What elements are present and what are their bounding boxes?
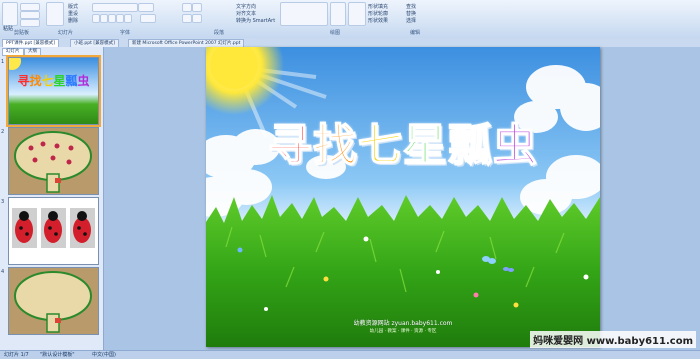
title-char-6: 虫 bbox=[492, 119, 538, 172]
title-char-1: 寻 bbox=[267, 119, 313, 172]
slide-thumbnail-2[interactable] bbox=[8, 127, 99, 195]
bold-button[interactable] bbox=[92, 14, 100, 23]
find-button[interactable]: 查找 bbox=[406, 3, 416, 10]
shadow-button[interactable] bbox=[124, 14, 132, 23]
slide-background bbox=[206, 47, 600, 347]
smartart-button[interactable]: 转换为 SmartArt bbox=[236, 17, 275, 24]
group-slides: 幻灯片 bbox=[58, 30, 74, 36]
new-slide-button[interactable] bbox=[46, 2, 64, 26]
doc-tab-3[interactable]: 新建 Microsoft Office PowerPoint 2007 幻灯片.… bbox=[128, 39, 245, 47]
title-char-2: 找 bbox=[312, 119, 358, 172]
group-drawing: 绘图 bbox=[330, 30, 341, 36]
arrange-button[interactable] bbox=[330, 2, 346, 26]
tab-outline[interactable]: 大纲 bbox=[24, 48, 41, 56]
shapes-gallery[interactable] bbox=[280, 2, 328, 26]
slide-thumbnail-3[interactable] bbox=[8, 197, 99, 265]
text-direction-button[interactable]: 文字方向 bbox=[236, 3, 256, 10]
align-left-button[interactable] bbox=[182, 14, 192, 23]
slide-credit: 幼教资源网站 zyuan.baby611.com bbox=[353, 320, 453, 327]
reset-button[interactable]: 重设 bbox=[68, 10, 78, 17]
thumb-number-3: 3 bbox=[1, 199, 5, 205]
tab-slides[interactable]: 幻灯片 bbox=[2, 48, 24, 56]
thumb-number-2: 2 bbox=[1, 129, 5, 135]
font-color-button[interactable] bbox=[140, 14, 156, 23]
select-button[interactable]: 选择 bbox=[406, 17, 416, 24]
group-font: 字体 bbox=[120, 30, 131, 36]
underline-button[interactable] bbox=[108, 14, 116, 23]
thumb-number-1: 1 bbox=[1, 59, 5, 65]
sun-icon bbox=[9, 58, 21, 70]
title-char-5: 瓢 bbox=[447, 119, 493, 172]
shape-fill-button[interactable]: 形状填充 bbox=[368, 3, 388, 10]
font-name-dropdown[interactable] bbox=[92, 3, 138, 12]
numbering-button[interactable] bbox=[192, 3, 202, 12]
layout-button[interactable]: 版式 bbox=[68, 3, 78, 10]
quick-styles-button[interactable] bbox=[348, 2, 366, 26]
slide-thumbnail-4[interactable] bbox=[8, 267, 99, 335]
align-text-button[interactable]: 对齐文本 bbox=[236, 10, 256, 17]
font-size-dropdown[interactable] bbox=[138, 3, 154, 12]
slide-canvas[interactable]: 寻找七星瓢虫 幼教资源网站 zyuan.baby611.com 幼儿园 · 教案… bbox=[104, 47, 700, 350]
current-slide[interactable]: 寻找七星瓢虫 幼教资源网站 zyuan.baby611.com 幼儿园 · 教案… bbox=[206, 47, 600, 347]
group-clipboard: 剪贴板 bbox=[14, 30, 30, 36]
format-painter-button[interactable] bbox=[20, 19, 40, 27]
thumb-title: 寻找七星瓢虫 bbox=[17, 74, 90, 88]
doc-tab-2[interactable]: 小班.ppt [兼容模式] bbox=[70, 39, 119, 47]
ladybugs-illustration bbox=[12, 208, 95, 248]
slides-panel: 幻灯片 大纲 1 寻找七星瓢虫 2 3 4 bbox=[0, 47, 104, 350]
doc-tab-1[interactable]: PPT课件.ppt [兼容模式] bbox=[2, 39, 60, 47]
shape-effects-button[interactable]: 形状效果 bbox=[368, 17, 388, 24]
group-paragraph: 段落 bbox=[214, 30, 225, 36]
title-char-4: 星 bbox=[402, 119, 448, 172]
replace-button[interactable]: 替换 bbox=[406, 10, 416, 17]
watermark: 妈咪爱婴网 www.baby611.com bbox=[530, 331, 696, 348]
tree-illustration bbox=[14, 131, 92, 193]
ribbon: 粘贴 剪贴板 版式 重设 删除 幻灯片 字体 文字方向 对齐文本 转换为 Sma… bbox=[0, 0, 700, 39]
delete-button[interactable]: 删除 bbox=[68, 17, 78, 24]
paste-label: 粘贴 bbox=[3, 26, 14, 32]
strikethrough-button[interactable] bbox=[116, 14, 124, 23]
bullets-button[interactable] bbox=[182, 3, 192, 12]
slide-title[interactable]: 寻找七星瓢虫 bbox=[206, 109, 600, 173]
tree-illustration bbox=[14, 271, 92, 333]
paste-button[interactable] bbox=[2, 2, 18, 26]
copy-button[interactable] bbox=[20, 11, 40, 19]
cut-button[interactable] bbox=[20, 3, 40, 11]
title-char-3: 七 bbox=[357, 119, 403, 172]
shape-outline-button[interactable]: 形状轮廓 bbox=[368, 10, 388, 17]
slide-thumbnail-1[interactable]: 寻找七星瓢虫 bbox=[6, 55, 101, 127]
group-editing: 编辑 bbox=[410, 30, 421, 36]
italic-button[interactable] bbox=[100, 14, 108, 23]
align-center-button[interactable] bbox=[192, 14, 202, 23]
thumb-number-4: 4 bbox=[1, 269, 5, 275]
